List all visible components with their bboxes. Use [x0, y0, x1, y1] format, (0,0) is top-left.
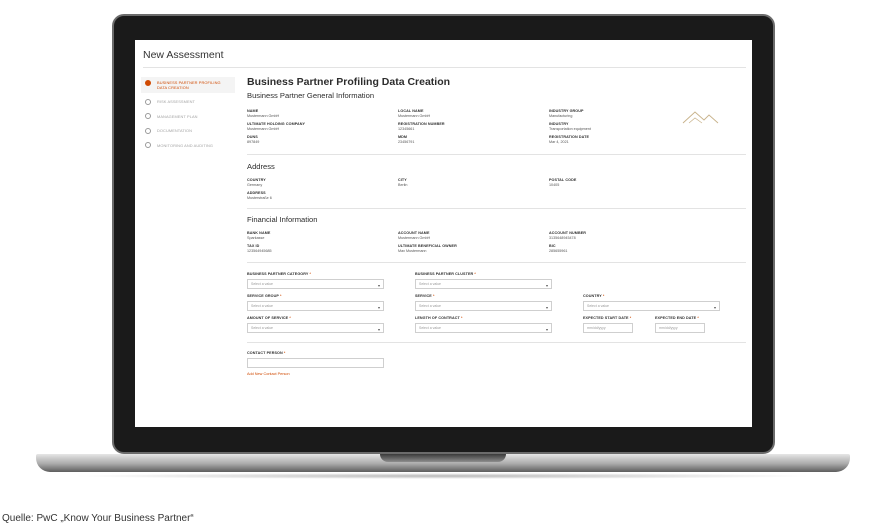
field-industry-group: Industry Group Manufacturing	[549, 109, 584, 118]
start-date-input[interactable]: mm/dd/yyyy	[583, 323, 633, 333]
field-address: Address Musterstraße 6	[247, 191, 272, 200]
field-postal-code: Postal Code 10405	[549, 178, 577, 187]
field-name: Name Mustermann GmbH	[247, 109, 280, 118]
section-divider	[247, 154, 746, 155]
contact-person-input[interactable]	[247, 358, 384, 368]
step-pending-icon	[145, 98, 151, 105]
length-group: Length of Contract * Select a value ▾	[415, 316, 583, 333]
step-sidebar: Business Partner Profiling Data Creation…	[141, 77, 235, 154]
app-screen: New Assessment Business Partner Profilin…	[135, 40, 752, 427]
field-ultimate-holding: Ultimate Holding Company Mustermann GmbH	[247, 122, 306, 131]
bp-cluster-group: Business Partner Cluster * Select a valu…	[415, 272, 583, 289]
step-label: Management Plan	[157, 113, 198, 119]
service-group-group: Service Group * Select a value ▾	[247, 294, 415, 311]
assessment-form: Business Partner Category * Select a val…	[247, 272, 746, 338]
end-date-group: Expected End Date * mm/dd/yyyy	[655, 316, 727, 333]
company-logo	[682, 111, 719, 124]
step-pending-icon	[145, 127, 151, 134]
chevron-down-icon: ▾	[545, 282, 548, 288]
bp-category-select[interactable]: Select a value ▾	[247, 279, 384, 289]
main-content: Business Partner Profiling Data Creation…	[247, 76, 746, 381]
bp-cluster-select[interactable]: Select a value ▾	[415, 279, 552, 289]
step-active-icon	[145, 79, 151, 86]
chevron-down-icon: ▾	[377, 326, 380, 332]
add-contact-link[interactable]: Add New Contact Person	[247, 372, 746, 376]
address-grid: Country Germany City Berlin Postal Code 104…	[247, 178, 746, 204]
field-registration-number: Registration Number 12345661	[398, 122, 445, 131]
financial-title: Financial Information	[247, 215, 318, 224]
chevron-down-icon: ▾	[713, 304, 716, 310]
step-item-monitoring[interactable]: Monitoring and Auditing	[141, 140, 235, 152]
address-title: Address	[247, 162, 275, 171]
field-beneficial-owner: Ultimate Beneficial Owner Max Mustermann	[398, 244, 457, 253]
length-select[interactable]: Select a value ▾	[415, 323, 552, 333]
field-registration-date: Registration Date Mar 4, 2021	[549, 135, 590, 144]
title-divider	[143, 67, 746, 68]
image-caption: Quelle: PwC „Know Your Business Partner“	[2, 513, 194, 524]
step-label: Documentation	[157, 128, 193, 133]
field-local-name: Local Name Mustermann GmbH	[398, 109, 431, 118]
field-tax-id: Tax ID 123564945685	[247, 244, 272, 253]
section-divider	[247, 208, 746, 209]
field-mdm: MDM 23456791	[398, 135, 415, 144]
country-select[interactable]: Select a value ▾	[583, 301, 720, 311]
field-account-number: Account Number 3135648945478	[549, 231, 587, 240]
contact-group: Contact Person * Add New Contact Person	[247, 351, 746, 376]
chevron-down-icon: ▾	[545, 326, 548, 332]
step-label: Risk Assessment	[157, 99, 196, 104]
end-date-input[interactable]: mm/dd/yyyy	[655, 323, 705, 333]
step-label: Business Partner Profiling Data Creation	[157, 80, 221, 90]
step-item-risk-assessment[interactable]: Risk Assessment	[141, 96, 235, 108]
amount-group: Amount of Service * Select a value ▾	[247, 316, 415, 333]
field-city: City Berlin	[398, 178, 408, 187]
chevron-down-icon: ▾	[545, 304, 548, 310]
general-info-title: Business Partner General Information	[247, 91, 375, 100]
field-account-name: Account Name Mustermann GmbH	[398, 231, 431, 240]
service-select[interactable]: Select a value ▾	[415, 301, 552, 311]
field-industry: Industry Transportation equipment	[549, 122, 591, 131]
start-date-group: Expected Start Date * mm/dd/yyyy	[583, 316, 655, 333]
step-label: Monitoring and Auditing	[157, 142, 214, 148]
field-duns: DUNS 897849	[247, 135, 260, 144]
field-bank-name: Bank Name Sparkasse	[247, 231, 271, 240]
amount-select[interactable]: Select a value ▾	[247, 323, 384, 333]
laptop-shadow	[70, 473, 816, 479]
section-divider	[247, 342, 746, 343]
general-info-grid: Name Mustermann GmbH Local Name Mustermann…	[247, 109, 746, 148]
laptop-notch	[380, 454, 506, 462]
section-heading: Business Partner Profiling Data Creation	[247, 76, 451, 88]
step-item-documentation[interactable]: Documentation	[141, 125, 235, 137]
step-pending-icon	[145, 142, 151, 148]
field-bic: BIC 285655961	[549, 244, 568, 253]
service-group-select[interactable]: Select a value ▾	[247, 301, 384, 311]
field-country: Country Germany	[247, 178, 266, 187]
service-group: Service * Select a value ▾	[415, 294, 583, 311]
bp-category-group: Business Partner Category * Select a val…	[247, 272, 415, 289]
chevron-down-icon: ▾	[377, 282, 380, 288]
financial-grid: Bank Name Sparkasse Account Name Musterman…	[247, 231, 746, 257]
country-group: Country * Select a value ▾	[583, 294, 727, 311]
page-title: New Assessment	[143, 49, 224, 61]
step-item-management-plan[interactable]: Management Plan	[141, 111, 235, 123]
step-item-profiling[interactable]: Business Partner Profiling Data Creation	[141, 77, 235, 93]
section-divider	[247, 262, 746, 263]
chevron-down-icon: ▾	[377, 304, 380, 310]
step-pending-icon	[145, 113, 151, 119]
